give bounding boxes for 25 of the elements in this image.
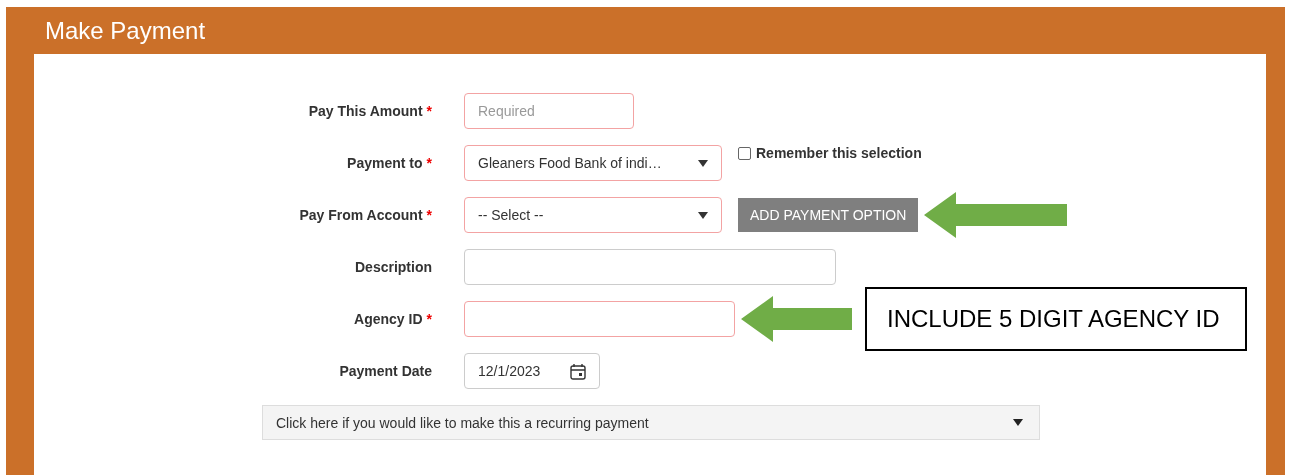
input-field[interactable] [464,249,836,285]
input-field[interactable]: Required [464,93,634,129]
caret-icon [698,159,708,167]
dropdown[interactable]: Gleaners Food Bank of indi… [464,145,722,181]
dropdown[interactable]: -- Select -- [464,197,722,233]
required-asterisk: * [426,103,432,119]
field-label: Payment Date [339,363,432,379]
required-asterisk: * [426,155,432,171]
input-field[interactable] [464,301,735,337]
field-label: Pay This Amount [308,103,423,119]
caret-icon [698,211,708,219]
recurring-toggle[interactable]: Click here if you would like to make this a recurring payment [262,405,1040,440]
page-title: Make Payment [45,16,206,45]
callout-note: INCLUDE 5 DIGIT AGENCY ID [865,287,1247,351]
required-asterisk: * [426,207,432,223]
date-field[interactable]: 12/1/2023 [464,353,600,389]
field-label: Description [355,259,432,275]
caret-icon [1013,419,1023,426]
field-label: Payment to [347,155,423,171]
field-label: Pay From Account [299,207,423,223]
remember-checkbox[interactable]: Remember this selection [738,145,922,161]
required-asterisk: * [426,311,432,327]
field-label: Agency ID [354,311,423,327]
calendar-icon[interactable] [570,362,586,380]
add-payment-button[interactable]: ADD PAYMENT OPTION [738,198,919,232]
